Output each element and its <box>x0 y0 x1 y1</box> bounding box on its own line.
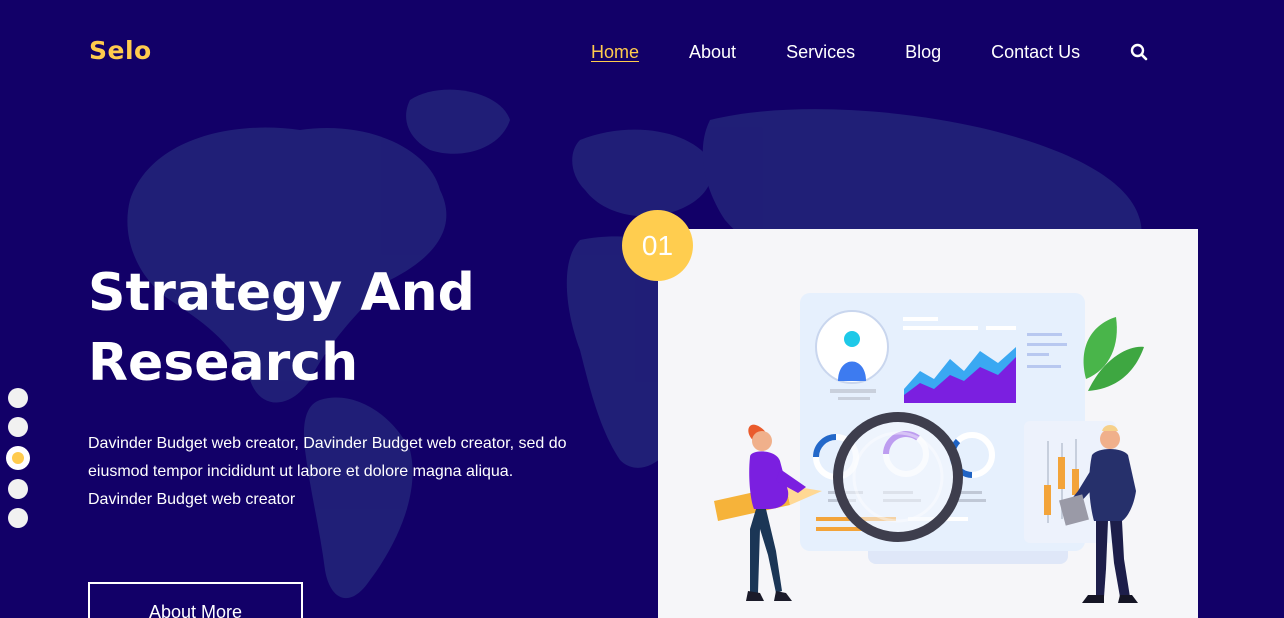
about-more-button[interactable]: About More <box>88 582 303 618</box>
hero-title-line-1: Strategy And <box>88 263 475 323</box>
nav-item-blog[interactable]: Blog <box>905 41 941 63</box>
search-icon[interactable] <box>1130 43 1148 61</box>
slider-dot-2[interactable] <box>8 417 28 437</box>
hero-title: Strategy And Research <box>88 258 588 398</box>
nav-item-home[interactable]: Home <box>591 41 639 63</box>
nav-item-services[interactable]: Services <box>786 41 855 63</box>
hero-description: Davinder Budget web creator, Davinder Bu… <box>88 435 567 508</box>
slider-dot-3-active[interactable] <box>6 446 30 470</box>
slider-dot-4[interactable] <box>8 479 28 499</box>
slider-pagination <box>6 388 32 537</box>
slider-dot-1[interactable] <box>8 388 28 408</box>
logo[interactable]: Selo <box>89 36 152 65</box>
hero-title-line-2: Research <box>88 333 359 393</box>
nav-item-contact[interactable]: Contact Us <box>991 41 1080 63</box>
step-number-badge: 01 <box>622 210 693 281</box>
nav-item-about[interactable]: About <box>689 41 736 63</box>
research-illustration <box>714 293 1144 603</box>
slider-dot-5[interactable] <box>8 508 28 528</box>
main-nav: Home About Services Blog Contact Us <box>591 41 1148 63</box>
